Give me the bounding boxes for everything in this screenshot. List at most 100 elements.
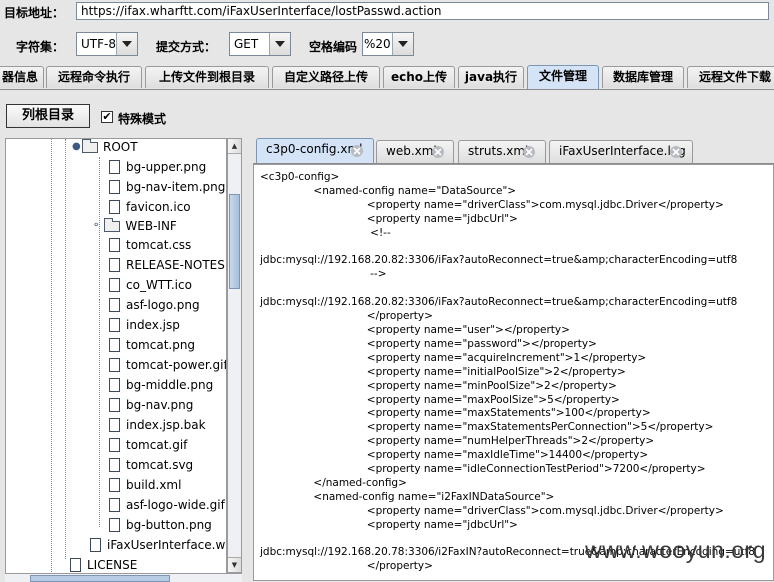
file-icon bbox=[109, 378, 120, 392]
code-editor[interactable]: <c3p0-config> <named-config name="DataSo… bbox=[253, 164, 774, 581]
code-line: <named-config name="DataSource"> bbox=[260, 184, 517, 197]
main-tab-bar: 器信息 远程命令执行 上传文件到根目录 自定义路径上传 echo上传 java执… bbox=[0, 65, 774, 90]
file-label: bg-upper.png bbox=[126, 160, 207, 174]
file-label: favicon.ico bbox=[126, 200, 191, 214]
tab-echo-upload[interactable]: echo上传 bbox=[383, 66, 455, 88]
tree-vertical-scrollbar[interactable]: ▲ ▼ bbox=[227, 138, 242, 573]
tab-upload-root[interactable]: 上传文件到根目录 bbox=[145, 66, 269, 88]
code-line: <property name="numHelperThreads">2</pro… bbox=[260, 435, 655, 448]
file-icon bbox=[109, 238, 120, 252]
code-line: <property name="initialPoolSize">2</prop… bbox=[260, 365, 626, 378]
tree-file[interactable]: tomcat.css bbox=[109, 235, 191, 255]
file-label: tomcat.svg bbox=[126, 458, 194, 472]
file-label: bg-middle.png bbox=[126, 378, 214, 392]
space-encoding-value: %20 bbox=[364, 37, 391, 51]
tree-folder-web-inf[interactable]: ⚬ WEB-INF bbox=[92, 216, 177, 236]
tab-custom-path-upload[interactable]: 自定义路径上传 bbox=[272, 66, 380, 88]
code-line: <property name="jdbcUrl"> bbox=[260, 518, 518, 531]
editor-tab-log[interactable]: iFaxUserInterface.log bbox=[549, 140, 693, 163]
file-label: RELEASE-NOTES bbox=[126, 258, 225, 272]
file-icon bbox=[109, 318, 120, 332]
file-icon bbox=[109, 278, 120, 292]
code-line: </property> bbox=[260, 310, 433, 323]
tree-file[interactable]: index.jsp.bak bbox=[109, 415, 206, 435]
close-icon[interactable] bbox=[670, 146, 682, 158]
space-encoding-label: 空格编码 bbox=[309, 40, 358, 54]
method-select[interactable]: GET bbox=[229, 32, 291, 56]
code-line: <property name="minPoolSize">2</property… bbox=[260, 379, 617, 392]
tree-file[interactable]: bg-nav-item.png bbox=[109, 177, 225, 197]
method-value: GET bbox=[234, 37, 259, 51]
file-icon bbox=[109, 298, 120, 312]
close-icon[interactable] bbox=[523, 146, 535, 158]
editor-tab-bar: c3p0-config.xml web.xml struts.xml iFaxU… bbox=[253, 138, 774, 164]
tree-file[interactable]: asf-logo-wide.gif bbox=[109, 495, 225, 515]
tree-file[interactable]: index.jsp bbox=[109, 315, 180, 335]
file-icon bbox=[70, 558, 81, 572]
tab-remote-command[interactable]: 远程命令执行 bbox=[46, 66, 142, 88]
file-label: LICENSE bbox=[87, 558, 138, 572]
code-line: --> bbox=[260, 268, 387, 281]
tree-file[interactable]: bg-button.png bbox=[109, 515, 212, 535]
special-mode-checkbox[interactable]: ✔ bbox=[101, 111, 113, 123]
tab-database-manager[interactable]: 数据库管理 bbox=[602, 66, 684, 88]
code-text[interactable]: <c3p0-config> <named-config name="DataSo… bbox=[260, 171, 755, 574]
url-input[interactable]: https://ifax.wharftt.com/iFaxUserInterfa… bbox=[76, 2, 769, 20]
editor-tab-web-xml[interactable]: web.xml bbox=[376, 140, 454, 163]
tree-file[interactable]: bg-middle.png bbox=[109, 375, 213, 395]
file-label: tomcat-power.gif bbox=[126, 358, 227, 372]
tree-file[interactable]: iFaxUserInterface.war bbox=[90, 535, 226, 555]
tab-java-exec[interactable]: java执行 bbox=[458, 66, 524, 88]
tree-file[interactable]: bg-upper.png bbox=[109, 157, 206, 177]
file-label: co_WTT.ico bbox=[126, 278, 192, 292]
file-icon bbox=[109, 200, 120, 214]
tree-folder-root[interactable]: ● ROOT bbox=[72, 139, 138, 157]
tree-file[interactable]: tomcat-power.gif bbox=[109, 355, 227, 375]
tree-file[interactable]: LICENSE bbox=[70, 555, 137, 575]
file-icon bbox=[109, 258, 120, 272]
file-label: build.xml bbox=[126, 478, 182, 492]
scroll-thumb[interactable] bbox=[229, 194, 240, 289]
list-root-button[interactable]: 列根目录 bbox=[6, 104, 90, 128]
file-label: bg-nav.png bbox=[126, 398, 194, 412]
file-icon bbox=[109, 478, 120, 492]
tree-file[interactable]: bg-nav.png bbox=[109, 395, 193, 415]
tree-file[interactable]: tomcat.png bbox=[109, 335, 195, 355]
code-line: <property name="jdbcUrl"> bbox=[260, 212, 518, 225]
file-icon bbox=[109, 418, 120, 432]
editor-tab-struts-xml[interactable]: struts.xml bbox=[458, 140, 546, 163]
file-label: tomcat.css bbox=[126, 238, 192, 252]
code-line: <property name="driverClass">com.mysql.j… bbox=[260, 504, 724, 517]
tab-file-manager[interactable]: 文件管理 bbox=[527, 65, 599, 89]
tree-file[interactable]: build.xml bbox=[109, 475, 181, 495]
scroll-up-icon[interactable]: ▲ bbox=[228, 139, 241, 154]
collapse-icon[interactable]: ● bbox=[72, 142, 81, 152]
close-icon[interactable] bbox=[432, 146, 444, 158]
chevron-down-icon[interactable] bbox=[269, 33, 290, 55]
editor-tab-label: iFaxUserInterface.log bbox=[559, 144, 686, 158]
code-line: jdbc:mysql://192.168.20.82:3306/iFax?aut… bbox=[260, 296, 738, 309]
chevron-down-icon[interactable] bbox=[392, 33, 413, 55]
tree-file[interactable]: asf-logo.png bbox=[109, 295, 200, 315]
tree-file[interactable]: tomcat.svg bbox=[109, 455, 193, 475]
tab-remote-download[interactable]: 远程文件下载 bbox=[687, 66, 774, 88]
code-line: <c3p0-config> bbox=[260, 171, 340, 183]
editor-tab-c3p0-config[interactable]: c3p0-config.xml bbox=[256, 138, 374, 163]
close-icon[interactable] bbox=[351, 145, 363, 157]
charset-select[interactable]: UTF-8 bbox=[76, 32, 138, 56]
tree-file[interactable]: RELEASE-NOTES bbox=[109, 255, 225, 275]
tree-file[interactable]: co_WTT.ico bbox=[109, 275, 192, 295]
code-line: <named-config name="i2FaxINDataSource"> bbox=[260, 490, 555, 503]
scroll-down-icon[interactable]: ▼ bbox=[228, 557, 241, 572]
expand-icon[interactable]: ⚬ bbox=[92, 221, 100, 231]
chevron-down-icon[interactable] bbox=[116, 33, 137, 55]
code-line: <property name="driverClass">com.mysql.j… bbox=[260, 198, 724, 211]
space-encoding-select[interactable]: %20 bbox=[362, 32, 414, 56]
tree-file[interactable]: tomcat.gif bbox=[109, 435, 187, 455]
tree-file[interactable]: favicon.ico bbox=[109, 197, 191, 217]
file-icon bbox=[109, 338, 120, 352]
code-line: <property name="password"></property> bbox=[260, 337, 597, 350]
file-label: bg-nav-item.png bbox=[126, 180, 226, 194]
tab-server-info[interactable]: 器信息 bbox=[0, 66, 44, 88]
code-line: <property name="maxIdleTime">14400</prop… bbox=[260, 449, 649, 462]
